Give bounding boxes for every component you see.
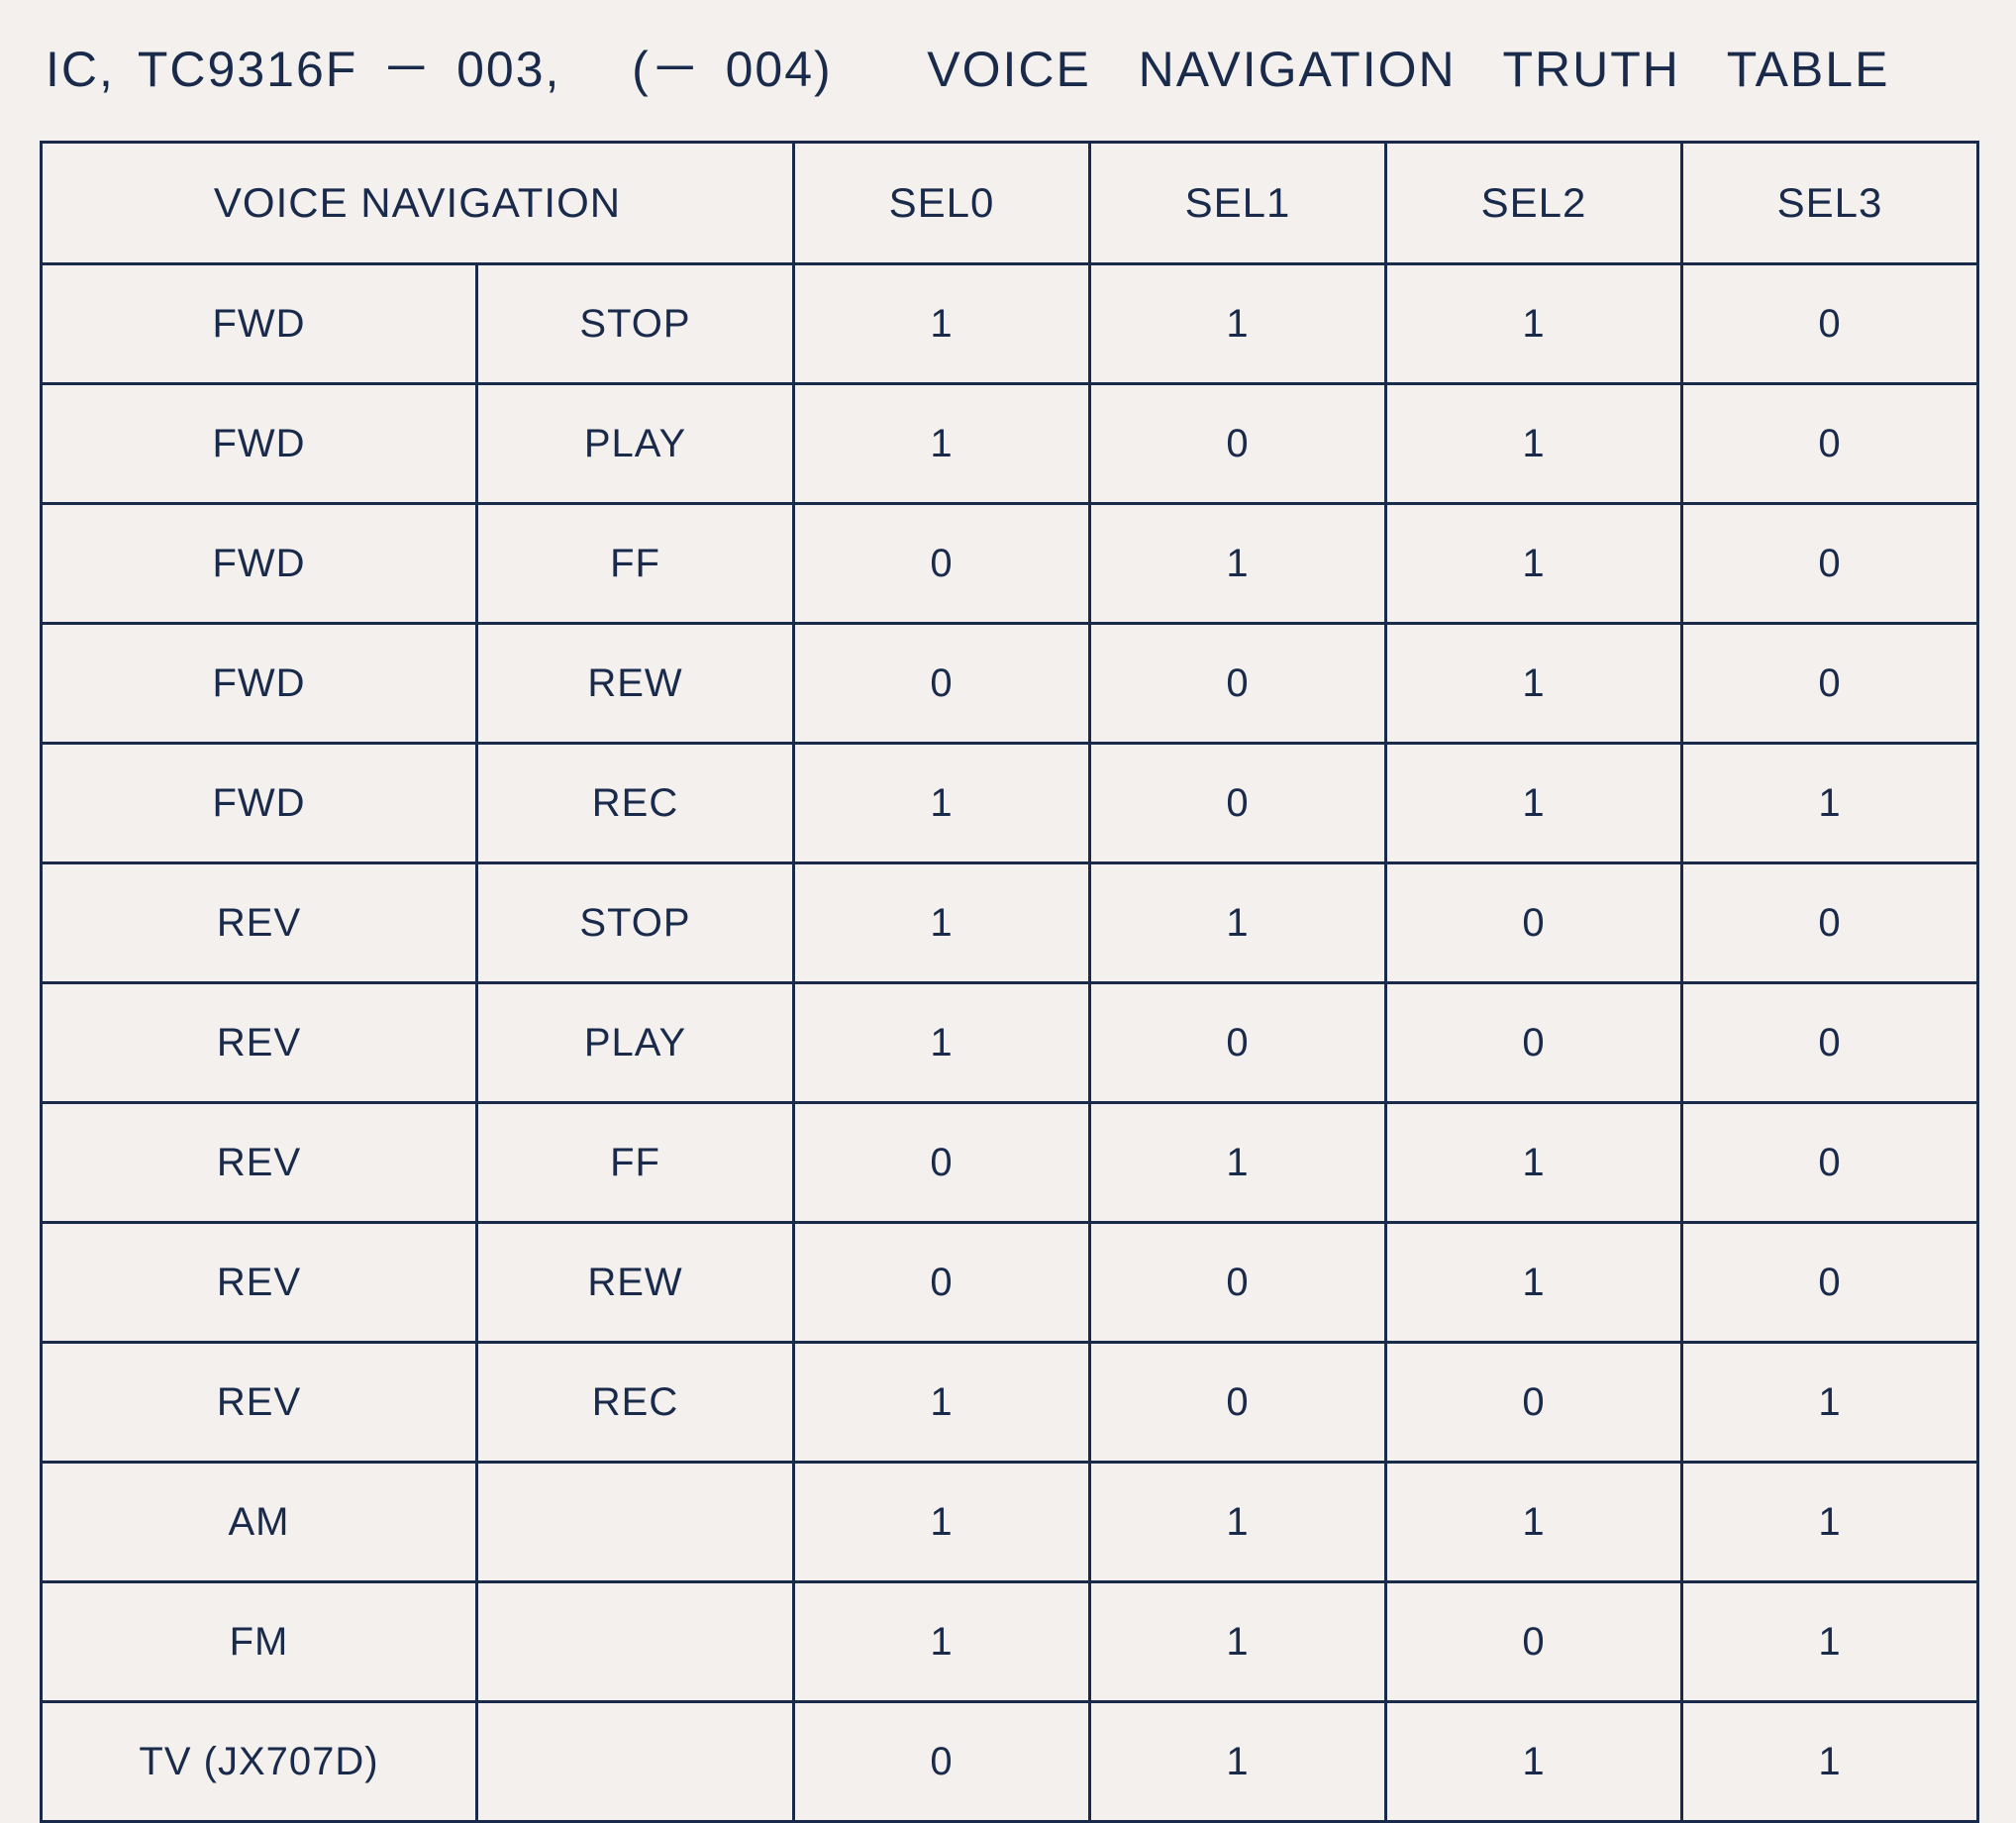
cell-vn-b: REC: [477, 744, 794, 863]
cell-sel0: 1: [794, 1343, 1090, 1463]
cell-sel1: 0: [1090, 983, 1386, 1103]
cell-sel1: 1: [1090, 504, 1386, 624]
cell-vn-a: TV (JX707D): [42, 1702, 477, 1822]
table-row: TV (JX707D) 0 1 1 1: [42, 1702, 1978, 1822]
cell-sel3: 0: [1682, 624, 1978, 744]
table-row: REV REW 0 0 1 0: [42, 1223, 1978, 1343]
cell-sel1: 0: [1090, 624, 1386, 744]
cell-sel0: 1: [794, 384, 1090, 504]
cell-sel2: 1: [1386, 504, 1682, 624]
cell-sel2: 0: [1386, 863, 1682, 983]
cell-sel0: 0: [794, 504, 1090, 624]
cell-sel2: 1: [1386, 744, 1682, 863]
cell-vn-b: [477, 1582, 794, 1702]
cell-sel0: 1: [794, 863, 1090, 983]
cell-vn-a: FWD: [42, 624, 477, 744]
cell-sel0: 0: [794, 1702, 1090, 1822]
cell-vn-b: FF: [477, 504, 794, 624]
cell-sel2: 1: [1386, 1103, 1682, 1223]
table-row: AM 1 1 1 1: [42, 1463, 1978, 1582]
cell-sel2: 1: [1386, 624, 1682, 744]
cell-sel0: 1: [794, 1463, 1090, 1582]
cell-vn-b: PLAY: [477, 384, 794, 504]
cell-vn-a: REV: [42, 1343, 477, 1463]
cell-sel3: 0: [1682, 264, 1978, 384]
cell-sel0: 1: [794, 983, 1090, 1103]
cell-sel3: 0: [1682, 1223, 1978, 1343]
cell-vn-b: PLAY: [477, 983, 794, 1103]
cell-vn-b: REW: [477, 1223, 794, 1343]
table-row: REV PLAY 1 0 0 0: [42, 983, 1978, 1103]
cell-sel3: 1: [1682, 744, 1978, 863]
table-row: REV STOP 1 1 0 0: [42, 863, 1978, 983]
cell-sel2: 0: [1386, 1582, 1682, 1702]
cell-vn-b: [477, 1463, 794, 1582]
cell-sel0: 1: [794, 1582, 1090, 1702]
cell-sel0: 1: [794, 264, 1090, 384]
cell-vn-b: REW: [477, 624, 794, 744]
table-row: FWD REW 0 0 1 0: [42, 624, 1978, 744]
cell-sel1: 0: [1090, 1343, 1386, 1463]
cell-vn-a: REV: [42, 983, 477, 1103]
header-sel0: SEL0: [794, 143, 1090, 264]
cell-vn-b: REC: [477, 1343, 794, 1463]
cell-vn-a: REV: [42, 1223, 477, 1343]
cell-sel3: 1: [1682, 1343, 1978, 1463]
cell-vn-b: [477, 1702, 794, 1822]
cell-sel3: 0: [1682, 504, 1978, 624]
cell-sel2: 1: [1386, 384, 1682, 504]
cell-sel2: 1: [1386, 1463, 1682, 1582]
table-row: REV FF 0 1 1 0: [42, 1103, 1978, 1223]
cell-sel0: 0: [794, 1103, 1090, 1223]
cell-sel2: 1: [1386, 264, 1682, 384]
cell-vn-a: FWD: [42, 384, 477, 504]
header-sel3: SEL3: [1682, 143, 1978, 264]
table-row: REV REC 1 0 0 1: [42, 1343, 1978, 1463]
page-title: IC, TC9316F － 003, (－ 004) VOICE NAVIGAT…: [46, 30, 1976, 101]
cell-sel3: 1: [1682, 1702, 1978, 1822]
table-row: FM 1 1 0 1: [42, 1582, 1978, 1702]
header-voice-navigation: VOICE NAVIGATION: [42, 143, 794, 264]
cell-sel1: 1: [1090, 1103, 1386, 1223]
cell-vn-a: REV: [42, 1103, 477, 1223]
cell-vn-a: FWD: [42, 504, 477, 624]
cell-vn-a: AM: [42, 1463, 477, 1582]
cell-vn-a: FWD: [42, 264, 477, 384]
cell-sel3: 1: [1682, 1463, 1978, 1582]
cell-sel2: 0: [1386, 1343, 1682, 1463]
table-header-row: VOICE NAVIGATION SEL0 SEL1 SEL2 SEL3: [42, 143, 1978, 264]
cell-sel0: 1: [794, 744, 1090, 863]
table-row: FWD STOP 1 1 1 0: [42, 264, 1978, 384]
cell-sel2: 0: [1386, 983, 1682, 1103]
cell-vn-b: STOP: [477, 264, 794, 384]
cell-vn-b: STOP: [477, 863, 794, 983]
cell-sel1: 1: [1090, 1702, 1386, 1822]
cell-sel2: 1: [1386, 1223, 1682, 1343]
truth-table: VOICE NAVIGATION SEL0 SEL1 SEL2 SEL3 FWD…: [40, 141, 1979, 1823]
cell-vn-a: REV: [42, 863, 477, 983]
cell-sel1: 0: [1090, 384, 1386, 504]
header-sel2: SEL2: [1386, 143, 1682, 264]
table-row: FWD FF 0 1 1 0: [42, 504, 1978, 624]
cell-sel1: 1: [1090, 1582, 1386, 1702]
cell-sel3: 0: [1682, 863, 1978, 983]
cell-sel2: 1: [1386, 1702, 1682, 1822]
cell-sel0: 0: [794, 624, 1090, 744]
cell-sel3: 1: [1682, 1582, 1978, 1702]
cell-sel1: 1: [1090, 1463, 1386, 1582]
cell-sel1: 0: [1090, 1223, 1386, 1343]
cell-sel1: 1: [1090, 264, 1386, 384]
cell-sel3: 0: [1682, 983, 1978, 1103]
cell-sel0: 0: [794, 1223, 1090, 1343]
cell-vn-a: FWD: [42, 744, 477, 863]
cell-vn-b: FF: [477, 1103, 794, 1223]
cell-sel1: 0: [1090, 744, 1386, 863]
table-row: FWD PLAY 1 0 1 0: [42, 384, 1978, 504]
cell-sel3: 0: [1682, 384, 1978, 504]
cell-vn-a: FM: [42, 1582, 477, 1702]
header-sel1: SEL1: [1090, 143, 1386, 264]
cell-sel1: 1: [1090, 863, 1386, 983]
cell-sel3: 0: [1682, 1103, 1978, 1223]
table-row: FWD REC 1 0 1 1: [42, 744, 1978, 863]
